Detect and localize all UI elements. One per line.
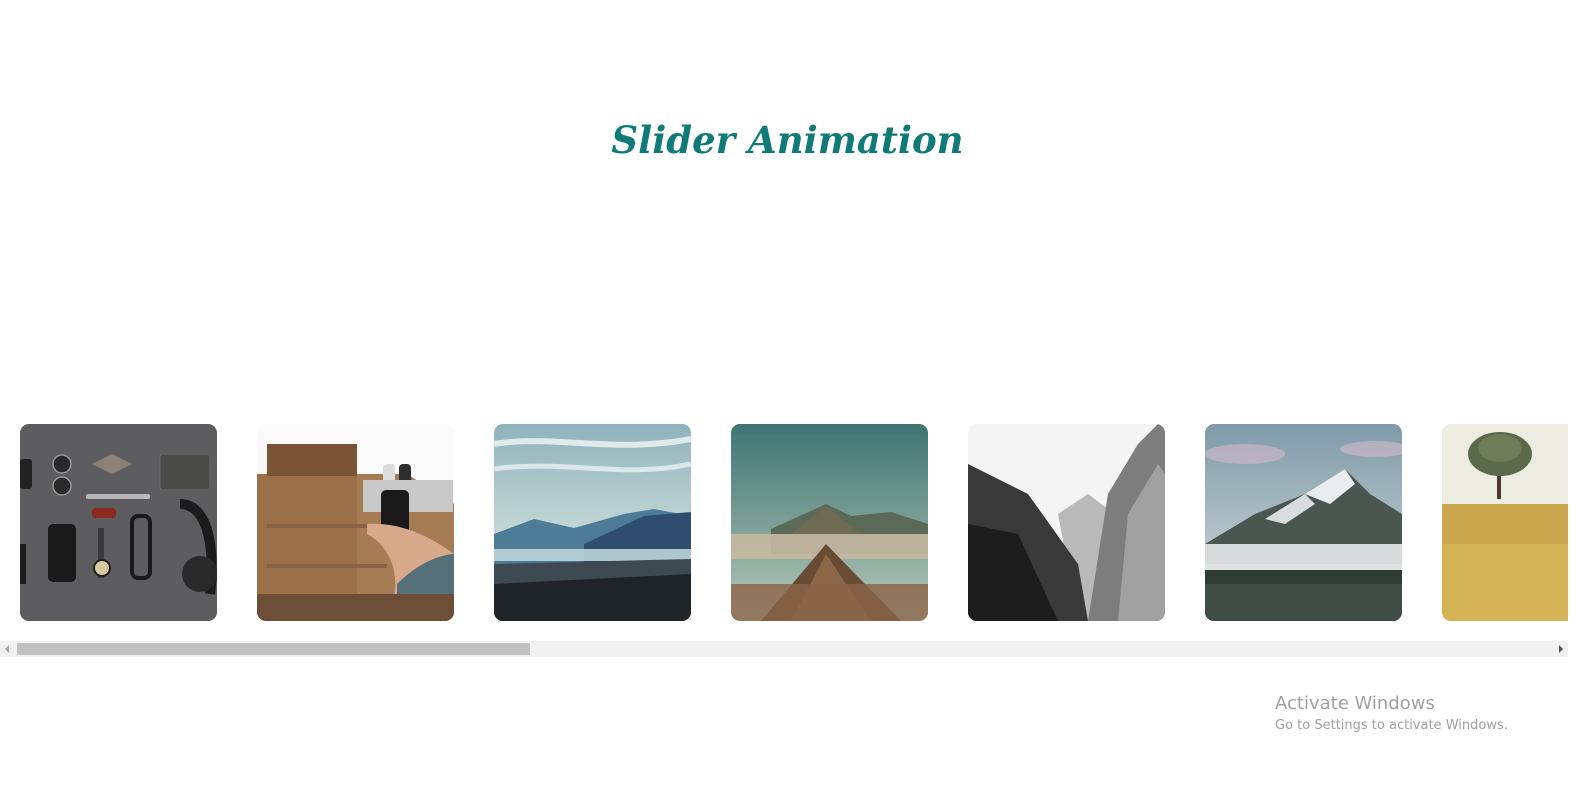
slide-image[interactable]	[1442, 424, 1568, 621]
tree-field-image	[1442, 424, 1568, 621]
slider-track	[20, 424, 1568, 621]
slide-image[interactable]	[1205, 424, 1402, 621]
scrollbar-thumb[interactable]	[17, 643, 530, 655]
page-edge	[1568, 0, 1593, 786]
scroll-left-arrow-icon[interactable]	[0, 641, 16, 657]
watermark-subtitle: Go to Settings to activate Windows.	[1275, 718, 1508, 733]
page-title: Slider Animation	[611, 118, 964, 162]
image-slider[interactable]	[0, 424, 1568, 622]
horizontal-scrollbar[interactable]	[0, 641, 1568, 657]
slide-image[interactable]	[257, 424, 454, 621]
monochrome-gorge-image	[968, 424, 1165, 621]
table-phone-image	[257, 424, 454, 621]
slide-image[interactable]	[731, 424, 928, 621]
mountain-valley-image	[494, 424, 691, 621]
slide-image[interactable]	[968, 424, 1165, 621]
slide-image[interactable]	[494, 424, 691, 621]
scroll-right-arrow-icon[interactable]	[1552, 641, 1568, 657]
snowy-peak-image	[1205, 424, 1402, 621]
slide-image[interactable]	[20, 424, 217, 621]
windows-activation-watermark: Activate Windows Go to Settings to activ…	[1275, 692, 1508, 735]
watermark-title: Activate Windows	[1275, 693, 1435, 714]
accessories-image	[20, 424, 217, 621]
volcano-image	[731, 424, 928, 621]
